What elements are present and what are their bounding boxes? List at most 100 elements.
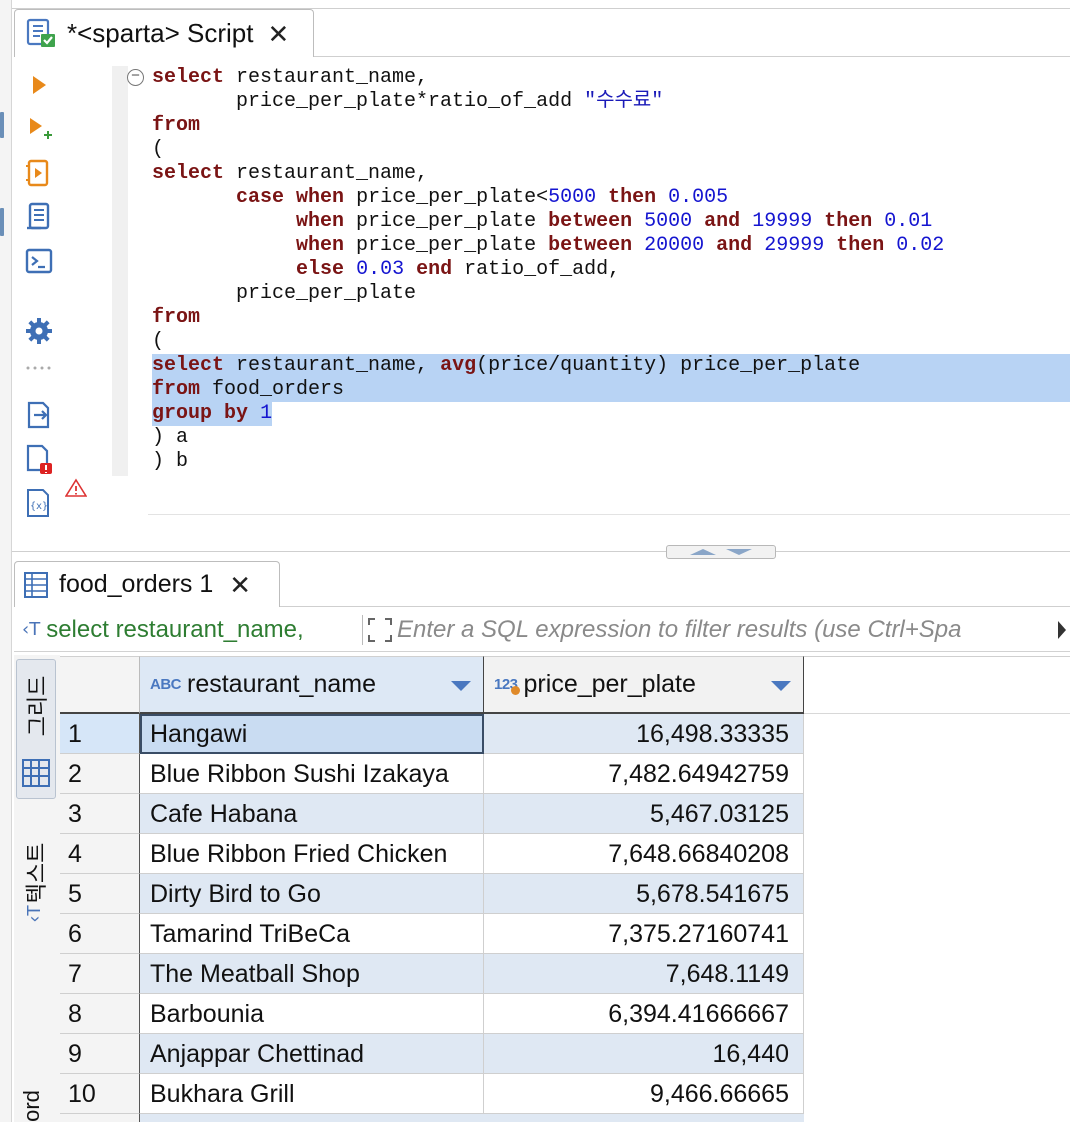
execute-script-icon[interactable]: [22, 156, 56, 190]
table-row[interactable]: 7 The Meatball Shop 7,648.1149: [60, 954, 804, 994]
restaurant-name-cell[interactable]: Anjappar Chettinad: [140, 1034, 484, 1074]
code-line[interactable]: else 0.03 end ratio_of_add,: [152, 258, 1070, 282]
row-number-cell[interactable]: 9: [60, 1034, 140, 1074]
table-row[interactable]: 6 Tamarind TriBeCa 7,375.27160741: [60, 914, 804, 954]
code-line[interactable]: price_per_plate: [152, 282, 1070, 306]
settings-icon[interactable]: [22, 314, 56, 348]
row-number-cell[interactable]: 4: [60, 834, 140, 874]
grid-tab-label: 그리드: [25, 675, 50, 737]
table-row[interactable]: 8 Barbounia 6,394.41666667: [60, 994, 804, 1034]
code-line[interactable]: group by 1: [152, 402, 1070, 426]
splitter-handle[interactable]: [666, 545, 776, 559]
restaurant-name-cell[interactable]: Bukhara Grill: [140, 1074, 484, 1114]
restaurant-name-cell[interactable]: Blue Ribbon Fried Chicken: [140, 834, 484, 874]
price-per-plate-cell[interactable]: 7,648.1149: [484, 954, 804, 994]
table-row[interactable]: 9 Anjappar Chettinad 16,440: [60, 1034, 804, 1074]
row-number-cell[interactable]: 8: [60, 994, 140, 1034]
price-per-plate-cell[interactable]: 7,648.66840208: [484, 834, 804, 874]
close-tab-icon[interactable]: ✕: [267, 21, 289, 47]
sql-text: ) a: [152, 426, 189, 449]
code-line[interactable]: (: [152, 330, 1070, 354]
price-per-plate-cell[interactable]: 6,394.41666667: [484, 994, 804, 1034]
results-tab[interactable]: food_orders 1 ✕: [14, 561, 280, 607]
code-line[interactable]: from: [152, 114, 1070, 138]
code-line[interactable]: from food_orders: [152, 378, 1070, 402]
row-number-cell[interactable]: 3: [60, 794, 140, 834]
table-row[interactable]: 10 Bukhara Grill 9,466.66665: [60, 1074, 804, 1114]
restaurant-name-cell[interactable]: Tamarind TriBeCa: [140, 914, 484, 954]
table-row[interactable]: 2 Blue Ribbon Sushi Izakaya 7,482.64942759: [60, 754, 804, 794]
row-number-cell[interactable]: 1: [60, 714, 140, 754]
code-line[interactable]: select restaurant_name, avg(price/quanti…: [152, 354, 1070, 378]
code-line[interactable]: ) a: [152, 426, 1070, 450]
row-number-cell[interactable]: 10: [60, 1074, 140, 1114]
table-row[interactable]: 1 Hangawi 16,498.33335: [60, 714, 804, 754]
view-tab-grid[interactable]: 그리드: [16, 659, 56, 799]
view-tab-record[interactable]: ord: [16, 1075, 56, 1122]
filter-run-arrow-icon[interactable]: [1054, 608, 1070, 652]
column-dropdown-icon[interactable]: [451, 681, 471, 691]
code-line[interactable]: select restaurant_name,: [152, 66, 1070, 90]
price-per-plate-cell[interactable]: 16,498.33335: [484, 714, 804, 754]
restaurant-name-cell[interactable]: Barbounia: [140, 994, 484, 1034]
table-row[interactable]: 4 Blue Ribbon Fried Chicken 7,648.66840208: [60, 834, 804, 874]
table-row[interactable]: 3 Cafe Habana 5,467.03125: [60, 794, 804, 834]
script-editor-tab[interactable]: *<sparta> Script ✕: [14, 9, 314, 57]
row-number-cell[interactable]: 2: [60, 754, 140, 794]
code-line[interactable]: when price_per_plate between 5000 and 19…: [152, 210, 1070, 234]
code-line[interactable]: select restaurant_name,: [152, 162, 1070, 186]
collapse-block-icon[interactable]: −: [127, 68, 144, 86]
panel-splitter[interactable]: [12, 545, 1070, 559]
row-number-cell[interactable]: 5: [60, 874, 140, 914]
execute-in-new-tab-icon[interactable]: [22, 112, 56, 146]
sql-keyword: when: [296, 186, 345, 209]
row-number-header[interactable]: [60, 656, 140, 714]
variables-icon[interactable]: {x}: [22, 486, 56, 520]
chevron-up-icon[interactable]: [688, 548, 718, 556]
view-tab-text[interactable]: 텍스트 ‹T: [16, 821, 56, 937]
more-icon[interactable]: [22, 358, 56, 378]
column-header-restaurant-name[interactable]: ABC restaurant_name: [140, 656, 484, 714]
restaurant-name-cell[interactable]: Hangawi: [140, 714, 484, 754]
export-icon[interactable]: [22, 398, 56, 432]
sql-text: price_per_plate*ratio_of_add: [152, 90, 585, 113]
price-per-plate-cell[interactable]: 7,482.64942759: [484, 754, 804, 794]
close-results-tab-icon[interactable]: ✕: [229, 572, 251, 598]
warning-icon[interactable]: [64, 478, 88, 503]
price-per-plate-cell[interactable]: 5,467.03125: [484, 794, 804, 834]
code-line[interactable]: (: [152, 138, 1070, 162]
left-edge-strip: [0, 0, 12, 1122]
open-console-icon[interactable]: [22, 244, 56, 278]
execute-statement-icon[interactable]: [22, 68, 56, 102]
filter-expression-input[interactable]: Enter a SQL expression to filter results…: [397, 608, 1054, 652]
code-line[interactable]: from: [152, 306, 1070, 330]
code-line[interactable]: when price_per_plate between 20000 and 2…: [152, 234, 1070, 258]
restaurant-name-cell[interactable]: Blue Ribbon Sushi Izakaya: [140, 754, 484, 794]
restaurant-name-cell[interactable]: Dirty Bird to Go: [140, 874, 484, 914]
table-row[interactable]: 5 Dirty Bird to Go 5,678.541675: [60, 874, 804, 914]
expand-filter-icon[interactable]: [363, 617, 397, 643]
restaurant-name-cell[interactable]: The Meatball Shop: [140, 954, 484, 994]
sql-number: 0.01: [884, 210, 933, 233]
column-dropdown-icon[interactable]: [771, 681, 791, 691]
code-line[interactable]: price_per_plate*ratio_of_add "수수료": [152, 90, 1070, 114]
row-number-cell[interactable]: 6: [60, 914, 140, 954]
active-query-label[interactable]: ‹T select restaurant_name,: [14, 616, 360, 644]
code-line[interactable]: ) b: [152, 450, 1070, 474]
editor-toolbar: {x}: [14, 60, 64, 530]
price-per-plate-cell[interactable]: 5,678.541675: [484, 874, 804, 914]
restaurant-name-cell[interactable]: Cafe Habana: [140, 794, 484, 834]
price-per-plate-cell[interactable]: 7,375.27160741: [484, 914, 804, 954]
code-line[interactable]: case when price_per_plate<5000 then 0.00…: [152, 186, 1070, 210]
editor-ruler: [112, 66, 128, 476]
sql-number: 29999: [764, 234, 825, 257]
error-file-icon[interactable]: [22, 442, 56, 476]
explain-plan-icon[interactable]: [22, 200, 56, 234]
column-header-price-per-plate[interactable]: 123 price_per_plate: [484, 656, 804, 714]
sql-code-editor[interactable]: select restaurant_name, price_per_plate*…: [152, 66, 1070, 474]
price-per-plate-cell[interactable]: 16,440: [484, 1034, 804, 1074]
price-per-plate-cell[interactable]: 9,466.66665: [484, 1074, 804, 1114]
row-number-cell[interactable]: 7: [60, 954, 140, 994]
chevron-down-icon[interactable]: [724, 548, 754, 556]
